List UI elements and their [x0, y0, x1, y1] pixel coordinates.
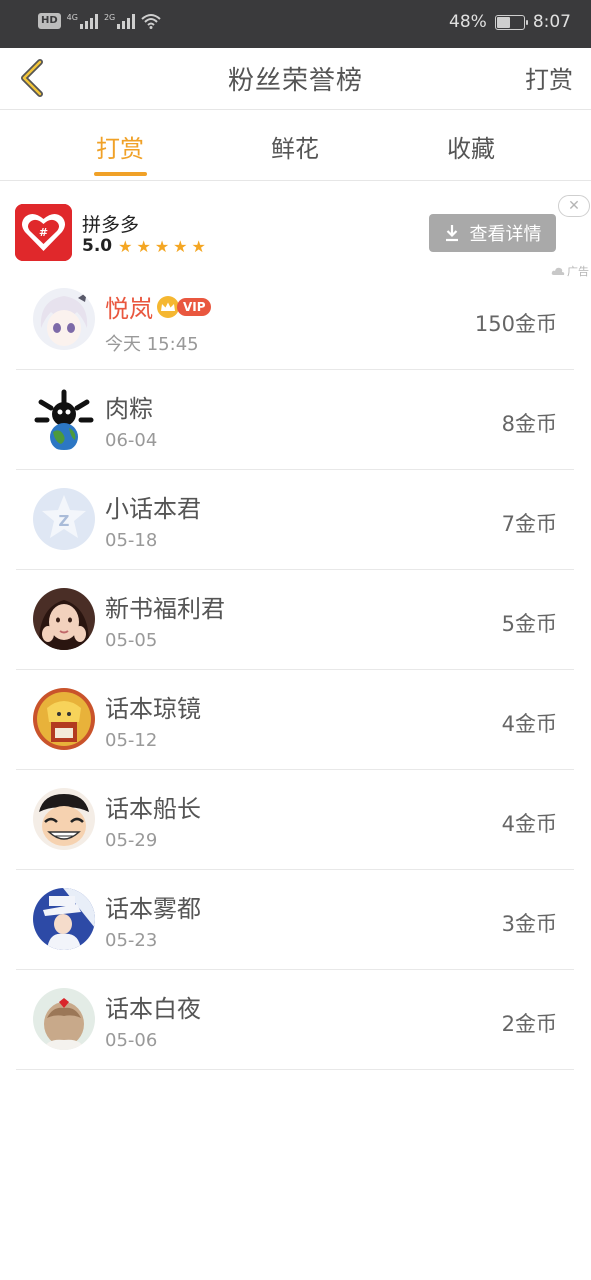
- svg-text:#: #: [39, 226, 48, 239]
- network-type-1: 4G: [66, 13, 78, 22]
- tip-date: 今天 15:45: [105, 334, 199, 355]
- tip-date: 05-12: [105, 730, 158, 751]
- tip-amount: 8金币: [501, 412, 557, 436]
- download-icon: [445, 225, 458, 242]
- tab-flowers[interactable]: 鲜花: [235, 129, 355, 164]
- list-item[interactable]: 话本雾都 05-23 3金币: [16, 870, 574, 970]
- svg-text:Z: Z: [59, 512, 70, 530]
- clock: 8:07: [532, 12, 571, 32]
- fan-name-line: 话本雾都: [105, 889, 201, 924]
- page-title: 粉丝荣誉榜: [227, 66, 363, 96]
- list-item[interactable]: 悦岚 VIP 今天 15:45 150金币: [16, 270, 574, 370]
- fan-name-line: 话本船长: [105, 789, 201, 824]
- status-left: HD 4G 2G: [38, 13, 161, 29]
- fan-name-line: 话本白夜: [105, 989, 201, 1024]
- tip-date: 05-23: [105, 930, 158, 951]
- ad-rating: 5.0 ★ ★ ★ ★ ★: [82, 236, 206, 256]
- status-right: 48% 8:07: [449, 12, 571, 32]
- avatar[interactable]: [33, 588, 95, 650]
- crown-icon: [157, 295, 179, 318]
- hd-badge: HD: [38, 13, 61, 29]
- ad-close-button[interactable]: ✕: [558, 195, 590, 217]
- ad-rating-score: 5.0: [82, 236, 113, 256]
- tip-amount: 150金币: [474, 312, 557, 336]
- pinduoduo-logo-icon[interactable]: #: [15, 204, 72, 261]
- list-item[interactable]: Z 小话本君 05-18 7金币: [16, 470, 574, 570]
- fan-name-line: 肉粽: [105, 389, 153, 424]
- tab-tip[interactable]: 打赏: [60, 129, 180, 164]
- app-header: 粉丝荣誉榜 打赏: [0, 48, 591, 110]
- heart-logo-icon: #: [15, 204, 72, 261]
- tip-amount: 4金币: [501, 712, 557, 736]
- avatar[interactable]: [33, 388, 95, 450]
- tip-date: 05-05: [105, 630, 158, 651]
- tip-date: 05-06: [105, 1030, 158, 1051]
- battery-percent: 48%: [449, 12, 487, 32]
- tip-date: 06-04: [105, 430, 158, 451]
- fan-name-line: 话本琼镜: [105, 689, 201, 724]
- tip-date: 05-29: [105, 830, 158, 851]
- list-item[interactable]: 话本琼镜 05-12 4金币: [16, 670, 574, 770]
- list-item[interactable]: 话本白夜 05-06 2金币: [16, 970, 574, 1070]
- fan-name-line: 悦岚 VIP: [105, 289, 211, 324]
- tip-date: 05-18: [105, 530, 158, 551]
- active-tab-indicator: [94, 172, 147, 176]
- avatar[interactable]: [33, 988, 95, 1050]
- fan-name: 肉粽: [105, 395, 153, 423]
- list-item[interactable]: 新书福利君 05-05 5金币: [16, 570, 574, 670]
- star-icon: ★: [191, 236, 206, 256]
- ad-banner[interactable]: # 拼多多 5.0 ★ ★ ★ ★ ★ 查看详情 ✕ 广告: [0, 182, 591, 282]
- tip-amount: 7金币: [501, 512, 557, 536]
- ad-app-name: 拼多多: [82, 214, 140, 236]
- status-bar: HD 4G 2G 48% 8:07: [0, 0, 591, 48]
- fan-name: 话本琼镜: [105, 695, 201, 723]
- tip-button[interactable]: 打赏: [525, 60, 573, 95]
- signal-icon-2: [117, 13, 136, 29]
- battery-icon: [494, 14, 528, 30]
- ad-details-label: 查看详情: [469, 224, 542, 245]
- signal-icon-1: [79, 13, 98, 29]
- tip-amount: 4金币: [501, 812, 557, 836]
- fan-name: 小话本君: [105, 495, 201, 523]
- star-icon: ★: [173, 236, 188, 256]
- fan-name: 话本雾都: [105, 895, 201, 923]
- network-type-2: 2G: [103, 13, 116, 22]
- list-item[interactable]: 肉粽 06-04 8金币: [16, 370, 574, 470]
- tip-amount: 3金币: [501, 912, 557, 936]
- fan-name: 话本船长: [105, 795, 201, 823]
- avatar[interactable]: Z: [33, 488, 95, 550]
- star-icon: ★: [154, 236, 170, 256]
- star-icon: ★: [136, 236, 151, 256]
- fan-ranking-list: 悦岚 VIP 今天 15:45 150金币 肉粽 06-04 8金币 Z 小话本…: [16, 270, 574, 1070]
- tab-favorites[interactable]: 收藏: [411, 129, 531, 164]
- battery-fill: [496, 16, 511, 28]
- wifi-icon: [141, 14, 161, 29]
- avatar[interactable]: [33, 288, 95, 350]
- avatar[interactable]: [33, 688, 95, 750]
- fan-name-line: 新书福利君: [105, 589, 225, 624]
- fan-name-line: 小话本君: [105, 489, 201, 524]
- fan-name: 悦岚: [105, 295, 153, 323]
- list-item[interactable]: 话本船长 05-29 4金币: [16, 770, 574, 870]
- tip-amount: 2金币: [501, 1012, 557, 1036]
- avatar[interactable]: [33, 888, 95, 950]
- tab-bar: 打赏 鲜花 收藏: [0, 111, 591, 181]
- ad-details-button[interactable]: 查看详情: [429, 214, 556, 252]
- avatar[interactable]: [33, 788, 95, 850]
- vip-badge: VIP: [177, 297, 211, 316]
- tip-amount: 5金币: [501, 612, 557, 636]
- fan-name: 新书福利君: [105, 595, 225, 623]
- star-icon: ★: [118, 236, 133, 256]
- fan-name: 话本白夜: [105, 995, 201, 1023]
